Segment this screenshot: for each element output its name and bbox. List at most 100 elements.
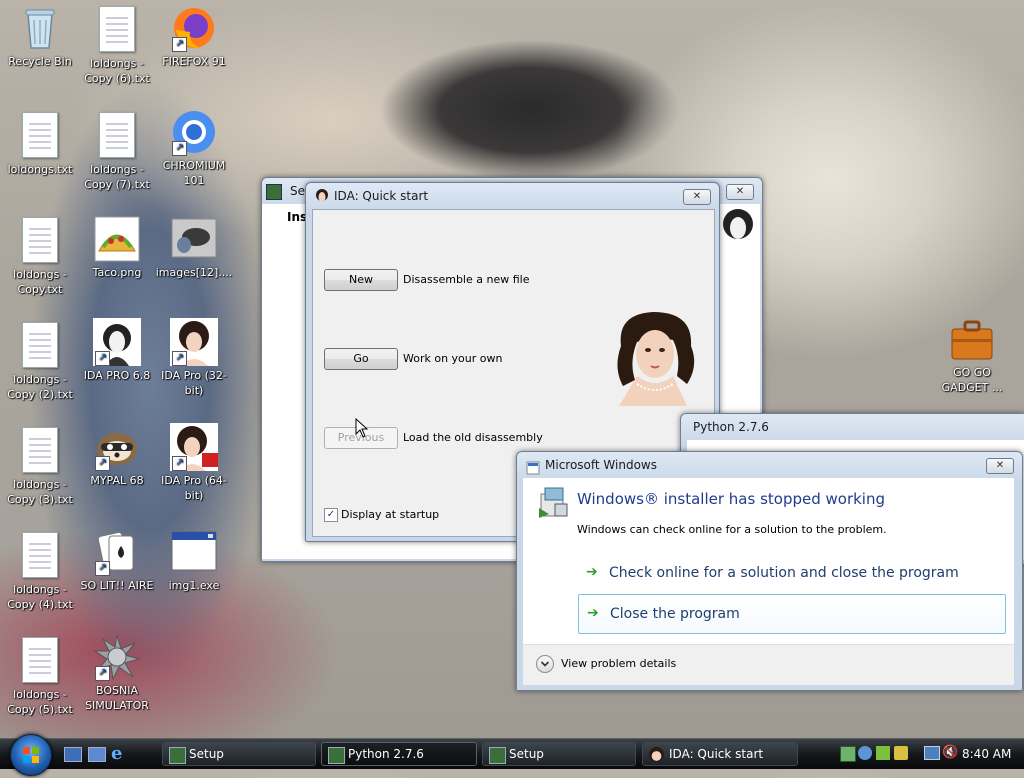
desktop-icon-label: GO GO GADGET ... bbox=[941, 366, 1003, 394]
ida-app-icon bbox=[649, 747, 664, 762]
desktop-icon-images12[interactable]: images[12].... bbox=[154, 215, 234, 280]
display-at-startup-checkbox[interactable]: ✓ bbox=[324, 508, 338, 522]
desktop-icon-label: MYPAL 68 bbox=[90, 474, 144, 487]
shortcut-arrow-icon: ↗ bbox=[95, 561, 110, 576]
desktop-icon-loldongs-copy-6[interactable]: loldongs - Copy (6).txt bbox=[77, 4, 157, 86]
ida-lady-portrait-icon: ↗ bbox=[170, 318, 218, 366]
quicklaunch-switch-windows-icon[interactable] bbox=[88, 747, 106, 762]
text-file-icon bbox=[16, 112, 64, 160]
check-mark-icon: ✓ bbox=[326, 509, 336, 520]
desktop-icon-chromium-101[interactable]: ↗ CHROMIUM 101 bbox=[154, 108, 234, 188]
shortcut-arrow-icon: ↗ bbox=[95, 351, 110, 366]
desktop-icon-label: Recycle Bin bbox=[8, 55, 72, 68]
taco-image-icon bbox=[93, 215, 141, 263]
desktop-icon-go-go-gadget[interactable]: GO GO GADGET ... bbox=[932, 315, 1012, 395]
setup-portrait-icon bbox=[718, 204, 758, 254]
spiked-ball-icon: ↗ bbox=[93, 633, 141, 681]
ida-portrait-icon: ↗ bbox=[93, 318, 141, 366]
go-description: Work on your own bbox=[403, 352, 503, 365]
shortcut-arrow-icon: ↗ bbox=[172, 141, 187, 156]
error-dialog-title: Microsoft Windows bbox=[545, 458, 657, 472]
text-file-icon bbox=[93, 112, 141, 160]
windows-logo-icon bbox=[23, 747, 39, 763]
ida-close-button[interactable]: ✕ bbox=[683, 189, 711, 205]
error-dialog-titlebar[interactable]: Microsoft Windows ✕ bbox=[517, 452, 1022, 478]
view-details-link[interactable]: View problem details bbox=[561, 657, 676, 670]
raccoon-icon: ↗ bbox=[93, 423, 141, 471]
desktop-icon-loldongs-copy-7[interactable]: loldongs - Copy (7).txt bbox=[77, 110, 157, 192]
desktop-icon-mypal-68[interactable]: ↗ MYPAL 68 bbox=[77, 423, 157, 488]
desktop-icon-label: loldongs - Copy (2).txt bbox=[7, 373, 73, 401]
error-dialog-close-button[interactable]: ✕ bbox=[986, 458, 1014, 474]
desktop-icon-label: loldongs - Copy (6).txt bbox=[84, 57, 150, 85]
ida-lady-portrait bbox=[607, 306, 703, 406]
quicklaunch-show-desktop-icon[interactable] bbox=[64, 747, 82, 762]
python-titlebar[interactable]: Python 2.7.6 bbox=[681, 414, 1024, 440]
desktop-icon-taco-png[interactable]: Taco.png bbox=[77, 215, 157, 280]
setup-app-icon bbox=[169, 747, 186, 764]
error-dialog[interactable]: Microsoft Windows ✕ Windows® installer h… bbox=[516, 451, 1023, 691]
desktop-icon-label: loldongs.txt bbox=[7, 163, 73, 176]
desktop-icon-img1-exe[interactable]: img1.exe bbox=[154, 528, 234, 593]
taskbar-button-ida-quick-start[interactable]: IDA: Quick start bbox=[642, 742, 798, 766]
desktop-icon-ida-pro-32[interactable]: ↗ IDA Pro (32-bit) bbox=[154, 318, 234, 398]
chromium-icon: ↗ bbox=[170, 108, 218, 156]
setup-close-button[interactable]: ✕ bbox=[726, 184, 754, 200]
green-arrow-icon: ➔ bbox=[587, 605, 599, 621]
ida-lady-portrait-64-icon: ↗ bbox=[170, 423, 218, 471]
text-file-icon bbox=[16, 532, 64, 580]
taskbar-button-label: Setup bbox=[509, 747, 544, 761]
start-button[interactable] bbox=[10, 734, 52, 776]
green-arrow-icon: ➔ bbox=[586, 564, 598, 580]
system-tray: 🔇 8:40 AM bbox=[834, 742, 1020, 766]
photo-thumbnail-icon bbox=[170, 215, 218, 263]
previous-description: Load the old disassembly bbox=[403, 431, 543, 444]
tray-volume-muted-icon[interactable]: 🔇 bbox=[942, 745, 958, 761]
quicklaunch-internet-explorer-icon[interactable]: e bbox=[111, 745, 129, 763]
ida-app-icon bbox=[314, 188, 330, 204]
tray-users-icon[interactable] bbox=[858, 746, 872, 760]
firefox-icon: ↗ bbox=[170, 4, 218, 52]
desktop-icon-label: FIREFOX 91 bbox=[162, 55, 226, 68]
installer-package-icon bbox=[535, 484, 571, 520]
mouse-cursor-icon bbox=[355, 417, 369, 441]
new-button[interactable]: New bbox=[324, 269, 398, 291]
shortcut-arrow-icon: ↗ bbox=[95, 456, 110, 471]
desktop-icon-recycle-bin[interactable]: Recycle Bin bbox=[0, 4, 80, 69]
close-program-label: Close the program bbox=[610, 606, 740, 622]
close-program-option[interactable]: ➔ Close the program bbox=[578, 594, 1006, 634]
text-file-icon bbox=[16, 322, 64, 370]
taskbar-button-setup-2[interactable]: Setup bbox=[482, 742, 636, 766]
tray-monitor-icon[interactable] bbox=[924, 746, 940, 760]
ida-titlebar[interactable]: IDA: Quick start ✕ bbox=[306, 183, 719, 209]
tray-security-icon[interactable] bbox=[894, 746, 908, 760]
desktop-icon-loldongs-txt[interactable]: loldongs.txt bbox=[0, 110, 80, 177]
desktop-icon-firefox-91[interactable]: ↗ FIREFOX 91 bbox=[154, 4, 234, 69]
tray-update-icon[interactable] bbox=[876, 746, 890, 760]
desktop-icon-label: loldongs - Copy.txt bbox=[13, 268, 67, 296]
recycle-bin-icon bbox=[16, 4, 64, 52]
desktop-icon-solitaire[interactable]: ↗ SO LIT!! AIRE bbox=[77, 528, 157, 593]
check-online-option[interactable]: ➔ Check online for a solution and close … bbox=[578, 554, 1006, 594]
desktop-icon-label: loldongs - Copy (4).txt bbox=[7, 583, 73, 611]
desktop-icon-ida-pro-64[interactable]: ↗ IDA Pro (64-bit) bbox=[154, 423, 234, 503]
desktop-icon-loldongs-copy-2[interactable]: loldongs - Copy (2).txt bbox=[0, 320, 80, 402]
desktop-icon-loldongs-copy-4[interactable]: loldongs - Copy (4).txt bbox=[0, 530, 80, 612]
desktop-icon-ida-pro-68[interactable]: ↗ IDA PRO 6.8 bbox=[77, 318, 157, 383]
error-dialog-client: Windows® installer has stopped working W… bbox=[523, 478, 1014, 685]
desktop-icon-bosnia-simulator[interactable]: ↗ BOSNIA SIMULATOR bbox=[77, 633, 157, 713]
display-at-startup-label: Display at startup bbox=[341, 508, 440, 521]
go-button[interactable]: Go bbox=[324, 348, 398, 370]
clock[interactable]: 8:40 AM bbox=[962, 742, 1011, 766]
desktop-icon-label: IDA PRO 6.8 bbox=[83, 369, 151, 382]
taskbar-button-label: Python 2.7.6 bbox=[348, 747, 424, 761]
ida-window-title: IDA: Quick start bbox=[334, 189, 429, 203]
tray-network-icon[interactable] bbox=[840, 746, 856, 762]
taskbar-button-python[interactable]: Python 2.7.6 bbox=[321, 742, 477, 766]
expand-details-button[interactable] bbox=[536, 655, 554, 673]
desktop-icon-label: SO LIT!! AIRE bbox=[80, 579, 154, 592]
desktop-icon-loldongs-copy-3[interactable]: loldongs - Copy (3).txt bbox=[0, 425, 80, 507]
taskbar-button-setup-1[interactable]: Setup bbox=[162, 742, 316, 766]
desktop-icon-loldongs-copy[interactable]: loldongs - Copy.txt bbox=[0, 215, 80, 297]
desktop-icon-loldongs-copy-5[interactable]: loldongs - Copy (5).txt bbox=[0, 635, 80, 717]
